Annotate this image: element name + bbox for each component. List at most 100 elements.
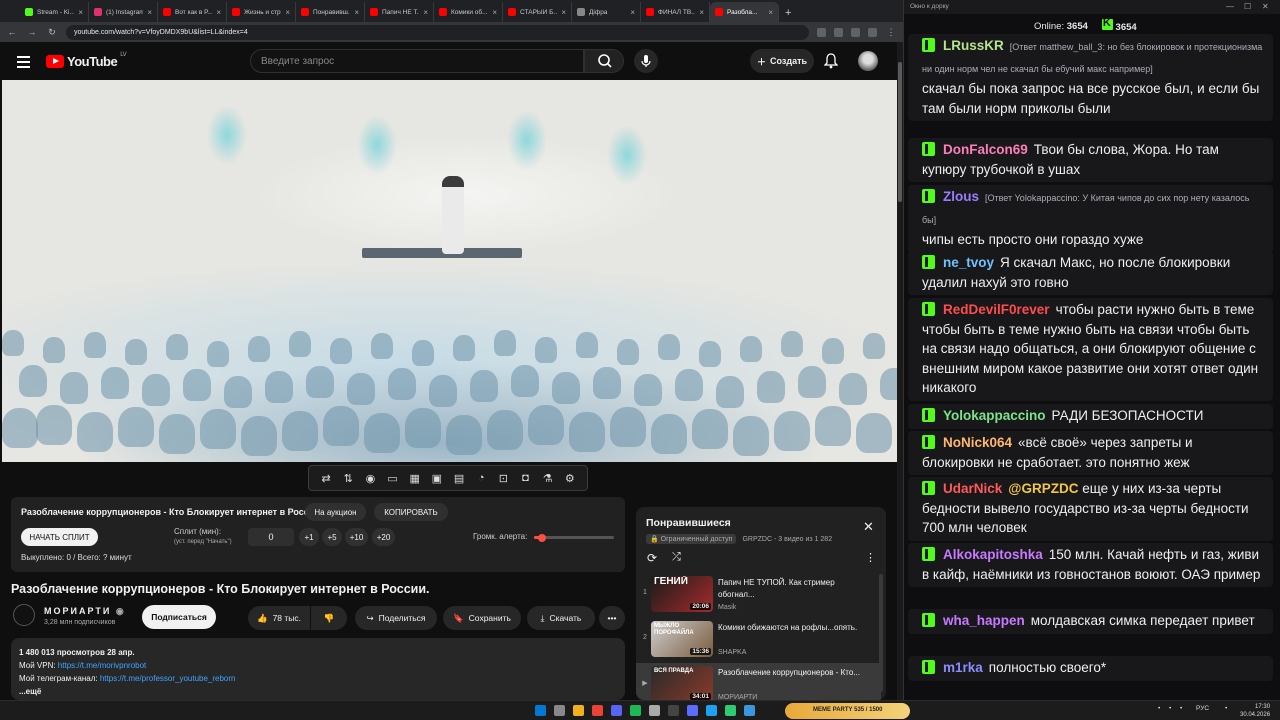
film-icon[interactable]: ▦: [408, 471, 422, 485]
chat-username[interactable]: Alkokapitoshka: [943, 547, 1043, 562]
playlist-item[interactable]: 1 ГЕНИЙ 20:06 Папич НЕ ТУПОЙ. Как стример о…: [636, 573, 881, 617]
chat-username[interactable]: LRussKR: [943, 38, 1004, 53]
slider-knob[interactable]: [538, 533, 546, 542]
tab-close-icon[interactable]: ×: [147, 8, 152, 17]
frame-icon[interactable]: ⊡: [496, 471, 510, 485]
extension-icon[interactable]: [868, 27, 877, 37]
taskbar-app-icon[interactable]: [611, 705, 622, 716]
forward-icon[interactable]: →: [26, 27, 38, 37]
speed-icon[interactable]: ◔: [474, 471, 488, 485]
chat-username[interactable]: ne_tvoy: [943, 255, 994, 270]
playlist-item[interactable]: 2 МЫЖЛО ПОРОФАЙЛА 15:36 Комики обижаются на…: [636, 618, 881, 662]
taskbar-app-icon[interactable]: [535, 705, 546, 716]
browser-tab[interactable]: Понравивш... ×: [296, 2, 365, 22]
extension-icon[interactable]: [851, 27, 860, 37]
show-more[interactable]: ...ещё: [19, 685, 617, 698]
taskbar-app-icon[interactable]: [630, 705, 641, 716]
browser-tab[interactable]: СТАРЫЙ Б... ×: [503, 2, 572, 22]
alert-volume-slider[interactable]: [534, 533, 614, 542]
start-split-button[interactable]: НАЧАТЬ СПЛИТ: [21, 528, 98, 546]
camera-icon[interactable]: ◘: [518, 471, 532, 485]
browser-tab[interactable]: Комики об... ×: [434, 2, 503, 22]
notifications-bell-icon[interactable]: [824, 53, 838, 69]
chat-username[interactable]: wha_happen: [943, 613, 1025, 628]
browser-tab[interactable]: Разобла... ×: [710, 2, 779, 22]
new-tab-icon[interactable]: +: [785, 7, 791, 19]
clock[interactable]: 17:30 30.04.2026: [1240, 703, 1270, 719]
taskbar-app-icon[interactable]: [687, 705, 698, 716]
menu-dots-icon[interactable]: ⋮: [885, 27, 897, 38]
copy-button[interactable]: КОПИРОВАТЬ: [374, 503, 448, 521]
like-button[interactable]: 👍 78 тыс.: [248, 606, 310, 630]
back-icon[interactable]: ←: [6, 27, 18, 37]
wifi-icon[interactable]: •: [1158, 705, 1160, 712]
chat-username[interactable]: DonFalcon69: [943, 142, 1028, 157]
tab-close-icon[interactable]: ×: [561, 8, 566, 17]
description-box[interactable]: 1 480 013 просмотров 28 апр. Мой VPN: ht…: [11, 638, 625, 700]
browser-tab[interactable]: ФИНАЛ ТВ... ×: [641, 2, 710, 22]
playlist-menu-icon[interactable]: ⋮: [865, 551, 876, 564]
tab-close-icon[interactable]: ×: [78, 8, 83, 17]
increment-20-button[interactable]: +20: [372, 528, 395, 546]
browser-tab[interactable]: Жизнь и стр... ×: [227, 2, 296, 22]
more-actions-button[interactable]: •••: [599, 606, 625, 630]
close-icon[interactable]: ✕: [1262, 2, 1269, 11]
vpn-link[interactable]: https://t.me/morivpnrobot: [58, 661, 146, 670]
tab-close-icon[interactable]: ×: [699, 8, 704, 17]
playlist-scrollbar[interactable]: [879, 574, 883, 692]
chat-username[interactable]: Zlous: [943, 189, 979, 204]
chat-username[interactable]: RedDevilF0rever: [943, 302, 1050, 317]
browser-tab[interactable]: Дiфра ×: [572, 2, 641, 22]
tab-close-icon[interactable]: ×: [216, 8, 221, 17]
flask-icon[interactable]: ⚗: [541, 471, 555, 485]
split-minutes-input[interactable]: 0: [248, 528, 294, 546]
create-button[interactable]: ＋ Создать: [750, 49, 814, 73]
increment-5-button[interactable]: +5: [322, 528, 342, 546]
taskbar-app-icon[interactable]: [725, 705, 736, 716]
image-icon[interactable]: ▣: [430, 471, 444, 485]
loop-icon[interactable]: ⟳: [647, 551, 657, 565]
reload-icon[interactable]: ↻: [46, 27, 58, 38]
search-input[interactable]: Введите запрос: [250, 49, 584, 73]
minimize-icon[interactable]: —: [1226, 2, 1234, 11]
playlist-item[interactable]: ▶ ВСЯ ПРАВДА 34:01 Разоблачение коррупционе…: [636, 663, 881, 700]
meme-party-widget[interactable]: MEME PARTY 535 / 1500: [785, 703, 910, 719]
chat-mention[interactable]: @GRPZDC: [1008, 481, 1078, 496]
tab-close-icon[interactable]: ×: [768, 8, 773, 17]
channel-name[interactable]: МОРИАРТИ ◉: [44, 606, 124, 617]
settings-gear-icon[interactable]: ⚙: [563, 471, 577, 485]
channel-avatar[interactable]: [13, 604, 35, 626]
browser-tab[interactable]: Папич НЕ Т... ×: [365, 2, 434, 22]
loop-icon[interactable]: ⇄: [319, 471, 333, 485]
menu-icon[interactable]: [17, 56, 30, 71]
taskbar-app-icon[interactable]: [649, 705, 660, 716]
to-auction-button[interactable]: На аукцион: [305, 503, 366, 521]
account-avatar[interactable]: [858, 51, 878, 71]
subscribe-button[interactable]: Подписаться: [142, 605, 216, 629]
telegram-link[interactable]: https://t.me/professor_youtube_reborn: [100, 674, 236, 683]
taskbar-app-icon[interactable]: [744, 705, 755, 716]
save-button[interactable]: 🔖 Сохранить: [443, 606, 521, 630]
taskbar-app-icon[interactable]: [573, 705, 584, 716]
video-player[interactable]: [2, 80, 897, 462]
chat-username[interactable]: UdarNick: [943, 481, 1002, 496]
screen-icon[interactable]: ▭: [386, 471, 400, 485]
tab-close-icon[interactable]: ×: [285, 8, 290, 17]
url-field[interactable]: youtube.com/watch?v=VfoyDMDX9bU&list=LL&…: [66, 24, 809, 40]
tab-close-icon[interactable]: ×: [423, 8, 428, 17]
volume-icon[interactable]: •: [1169, 705, 1171, 712]
tab-close-icon[interactable]: ×: [354, 8, 359, 17]
extension-icon[interactable]: [834, 27, 843, 37]
maximize-icon[interactable]: ☐: [1244, 2, 1251, 11]
share-button[interactable]: ↪ Поделиться: [355, 606, 437, 630]
chat-username[interactable]: Yolokappaccino: [943, 408, 1046, 423]
browser-tab[interactable]: (1) Instagram ×: [89, 2, 158, 22]
taskbar-app-icon[interactable]: [592, 705, 603, 716]
download-button[interactable]: ⤓ Скачать: [527, 606, 595, 630]
extension-icon[interactable]: [817, 27, 826, 37]
tab-close-icon[interactable]: ×: [492, 8, 497, 17]
playlist-title[interactable]: Понравившиеся: [646, 517, 731, 529]
voice-search-button[interactable]: [634, 49, 658, 73]
tab-close-icon[interactable]: ×: [630, 8, 635, 17]
taskbar-app-icon[interactable]: [668, 705, 679, 716]
